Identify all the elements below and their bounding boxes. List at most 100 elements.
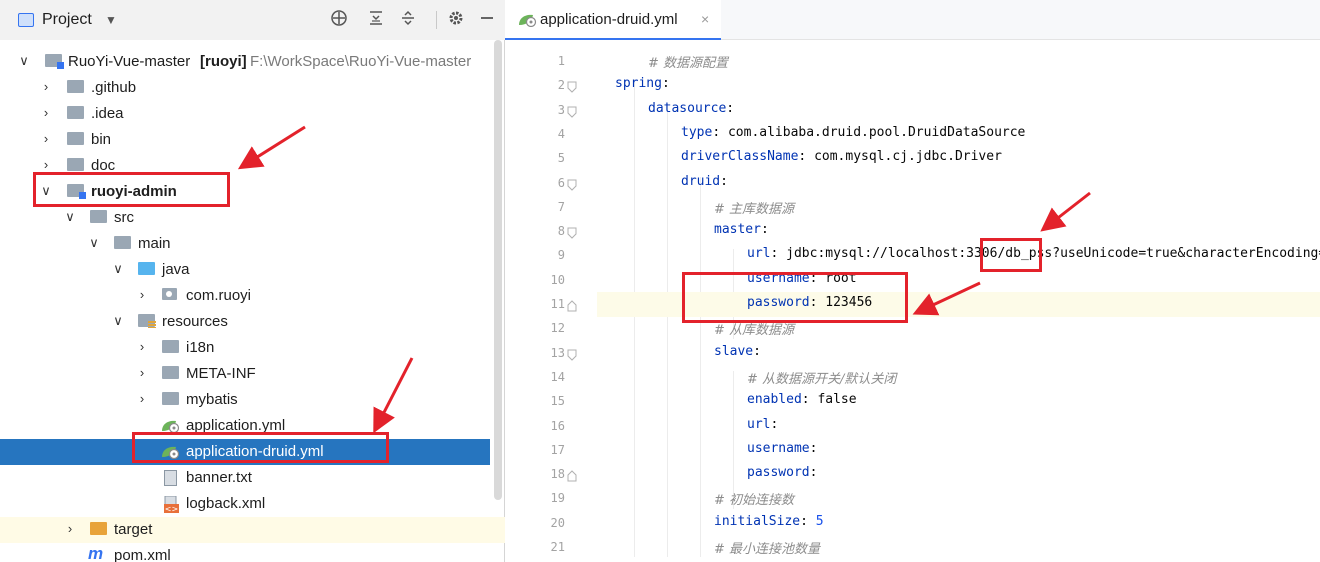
tab-application-druid-yml[interactable]: application-druid.yml × bbox=[505, 0, 721, 40]
close-icon[interactable]: × bbox=[701, 11, 709, 27]
chevron-right-icon[interactable]: › bbox=[40, 157, 52, 172]
chevron-down-icon[interactable]: ∨ bbox=[112, 261, 124, 277]
minimize-icon[interactable] bbox=[480, 9, 494, 32]
tree-item-idea[interactable]: › .idea bbox=[0, 101, 490, 127]
chevron-down-icon[interactable]: ∨ bbox=[88, 235, 100, 251]
chevron-right-icon[interactable]: › bbox=[40, 131, 52, 146]
fold-marker-icon[interactable] bbox=[567, 300, 577, 312]
tree-item-label: resources bbox=[162, 313, 228, 330]
line-number: 2 bbox=[557, 78, 565, 93]
annotation-box-application-druid bbox=[132, 432, 389, 463]
yaml-separator: : bbox=[753, 343, 761, 359]
tree-item-java[interactable]: ∨ java bbox=[0, 257, 490, 283]
fold-marker-icon[interactable] bbox=[567, 349, 577, 361]
line-number: 16 bbox=[550, 418, 565, 433]
yaml-separator: : bbox=[800, 513, 816, 529]
code-line: # 初始连接数 bbox=[714, 489, 794, 508]
yaml-key: enabled bbox=[747, 392, 802, 408]
chevron-right-icon[interactable]: › bbox=[64, 521, 76, 536]
code-line: slave: bbox=[714, 344, 761, 359]
project-view-selector[interactable]: Project bbox=[42, 11, 92, 29]
tree-item-label: META-INF bbox=[186, 365, 256, 382]
yaml-key: type bbox=[681, 124, 713, 140]
yaml-key: spring bbox=[615, 76, 662, 92]
package-icon bbox=[162, 288, 177, 300]
collapse-all-icon[interactable] bbox=[368, 9, 384, 32]
chevron-right-icon[interactable]: › bbox=[40, 105, 52, 120]
tree-item-resources[interactable]: ∨ resources bbox=[0, 309, 490, 335]
editor-tab-bar: application-druid.yml × bbox=[505, 0, 1320, 40]
tree-item-main[interactable]: ∨ main bbox=[0, 231, 490, 257]
yaml-key: username bbox=[747, 440, 810, 456]
tree-item-bin[interactable]: › bin bbox=[0, 127, 490, 153]
tree-item-logback-xml[interactable]: <> logback.xml bbox=[0, 491, 490, 517]
fold-marker-icon[interactable] bbox=[567, 106, 577, 118]
code-line: password: bbox=[747, 465, 817, 480]
folder-icon bbox=[67, 132, 84, 145]
chevron-right-icon[interactable]: › bbox=[136, 391, 148, 406]
tree-item-label: bin bbox=[91, 131, 112, 148]
code-line: # 数据源配置 bbox=[648, 52, 728, 71]
line-number: 11 bbox=[550, 297, 565, 311]
tree-item-label: pom.xml bbox=[114, 547, 171, 562]
project-scrollbar[interactable] bbox=[494, 40, 502, 500]
yaml-separator: : bbox=[760, 222, 769, 238]
tree-item-label: logback.xml bbox=[186, 495, 266, 512]
folder-icon bbox=[162, 366, 179, 379]
spring-yml-file-icon bbox=[517, 12, 537, 32]
yaml-key: url bbox=[747, 246, 771, 262]
code-line: # 主库数据源 bbox=[714, 198, 794, 217]
yaml-value: 5 bbox=[815, 513, 824, 529]
yaml-value: com.alibaba.druid.pool.DruidDataSource bbox=[727, 124, 1026, 140]
chevron-down-icon[interactable]: ∨ bbox=[18, 53, 30, 69]
tree-item-meta-inf[interactable]: › META-INF bbox=[0, 361, 490, 387]
yaml-key: druid bbox=[681, 173, 721, 189]
tree-item-mybatis[interactable]: › mybatis bbox=[0, 387, 490, 413]
tree-item-src[interactable]: ∨ src bbox=[0, 205, 490, 231]
yaml-separator: : bbox=[770, 416, 779, 432]
tree-item-label: main bbox=[138, 235, 171, 252]
toolbar-separator bbox=[436, 11, 437, 29]
line-number: 15 bbox=[550, 394, 565, 409]
tree-item-github[interactable]: › .github bbox=[0, 75, 490, 101]
code-line: url: bbox=[747, 417, 778, 432]
yaml-key: password bbox=[747, 465, 810, 481]
chevron-right-icon[interactable]: › bbox=[136, 287, 148, 302]
tree-item-pom-xml[interactable]: m pom.xml bbox=[0, 543, 490, 562]
tree-item-project-root[interactable]: ∨ RuoYi-Vue-master [ruoyi] F:\WorkSpace\… bbox=[0, 49, 490, 75]
line-number: 12 bbox=[550, 321, 565, 336]
yaml-separator: : bbox=[712, 124, 728, 140]
tree-item-com-ruoyi[interactable]: › com.ruoyi bbox=[0, 283, 490, 309]
expand-all-icon[interactable] bbox=[400, 9, 416, 32]
tree-item-label: mybatis bbox=[186, 391, 238, 408]
yaml-key: datasource bbox=[648, 100, 727, 116]
chevron-right-icon[interactable]: › bbox=[136, 365, 148, 380]
line-number: 13 bbox=[550, 345, 565, 360]
code-line: driverClassName: com.mysql.cj.jdbc.Drive… bbox=[681, 149, 1002, 164]
code-comment: # 从数据源开关/默认关闭 bbox=[747, 371, 897, 387]
fold-marker-icon[interactable] bbox=[567, 179, 577, 191]
line-number: 5 bbox=[557, 151, 565, 166]
yaml-value: jdbc:mysql://localhost:3306/db_pss?useUn… bbox=[786, 246, 1320, 262]
tree-item-i18n[interactable]: › i18n bbox=[0, 335, 490, 361]
chevron-right-icon[interactable]: › bbox=[136, 339, 148, 354]
chevron-down-icon[interactable]: ∨ bbox=[64, 209, 76, 225]
tree-item-label: i18n bbox=[186, 339, 215, 356]
chevron-right-icon[interactable]: › bbox=[40, 79, 52, 94]
fold-marker-icon[interactable] bbox=[567, 227, 577, 239]
fold-marker-icon[interactable] bbox=[567, 81, 577, 94]
tree-item-banner-txt[interactable]: banner.txt bbox=[0, 465, 490, 491]
folder-icon bbox=[162, 392, 179, 405]
fold-marker-icon[interactable] bbox=[567, 470, 577, 482]
tree-item-label: .idea bbox=[91, 105, 124, 122]
tree-item-label: banner.txt bbox=[186, 469, 252, 486]
crosshair-icon[interactable] bbox=[330, 9, 348, 32]
excluded-folder-icon bbox=[90, 522, 107, 535]
folder-icon bbox=[114, 236, 131, 249]
yaml-separator: : bbox=[809, 465, 818, 481]
chevron-down-icon[interactable]: ∨ bbox=[112, 313, 124, 329]
chevron-down-icon[interactable]: ▼ bbox=[105, 13, 117, 27]
tree-item-target[interactable]: › target bbox=[0, 517, 505, 543]
gear-icon[interactable] bbox=[447, 9, 465, 32]
indent-guide bbox=[634, 79, 635, 558]
